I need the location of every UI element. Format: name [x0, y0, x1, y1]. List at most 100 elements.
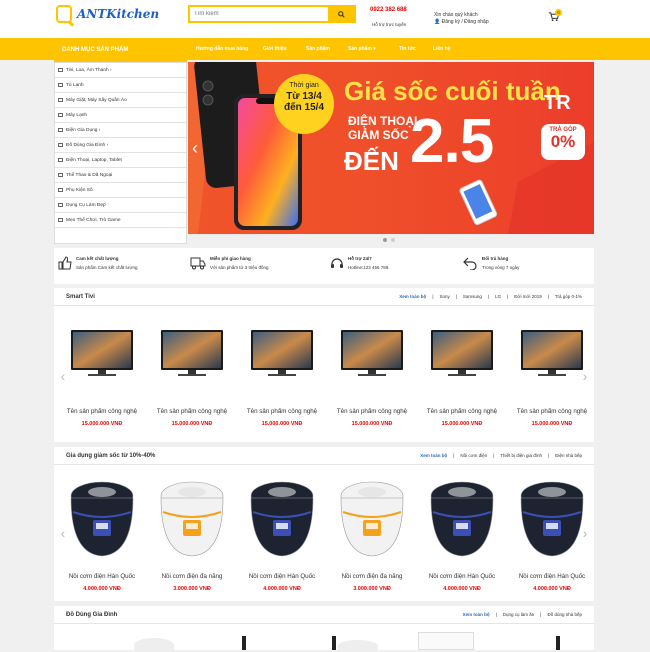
product-thumb[interactable]: [418, 632, 474, 650]
tab-lg[interactable]: LG: [495, 294, 501, 299]
tab-view-all[interactable]: Xem toàn bộ: [399, 294, 426, 299]
category-item[interactable]: Phụ Kiện Số: [55, 183, 186, 198]
product-image[interactable]: [238, 475, 326, 565]
product-name[interactable]: Nồi cơm điện Hàn Quốc: [510, 573, 594, 580]
tab-view-all[interactable]: Xem toàn bộ: [420, 453, 447, 458]
product-row: Nồi cơm điện Hàn Quốc 4.000.000 VNĐ Nồi cơ…: [58, 475, 598, 599]
tab-2019[interactable]: Đời mới 2019: [514, 294, 541, 299]
accessory-icon: [58, 188, 63, 192]
hero-banner[interactable]: Thời gian Từ 13/4 đến 15/4 Giá sốc cuối …: [188, 62, 594, 234]
product-thumb[interactable]: [556, 636, 560, 650]
carousel-prev-arrow[interactable]: ‹: [56, 366, 70, 386]
banner-dot[interactable]: [383, 238, 387, 242]
category-item[interactable]: Điện Thoại, Laptop, Tablet: [55, 153, 186, 168]
product-card[interactable]: Nồi cơm điện Hàn Quốc 4.000.000 VNĐ: [238, 475, 326, 595]
product-name[interactable]: Nồi cơm điện Hàn Quốc: [240, 573, 324, 580]
tab-sony[interactable]: Sony: [439, 294, 449, 299]
carousel-prev-arrow[interactable]: ‹: [56, 523, 70, 543]
product-card[interactable]: Nồi cơm điện đa năng 3.000.000 VNĐ: [148, 475, 236, 595]
banner-dots: [188, 236, 594, 244]
product-image[interactable]: [148, 318, 236, 390]
product-image[interactable]: [508, 475, 596, 565]
banner-prev-arrow[interactable]: ‹: [192, 138, 198, 159]
category-item[interactable]: Thể Thao & Dã Ngoại: [55, 168, 186, 183]
nav-item-products-plain[interactable]: Sản phẩm: [306, 46, 330, 52]
product-name[interactable]: Nồi cơm điện Hàn Quốc: [60, 573, 144, 580]
product-card[interactable]: Tên sản phẩm công nghệ 15.000.000 VNĐ: [328, 318, 416, 438]
user-icon: 👤: [434, 19, 442, 25]
tab-tools[interactable]: Dụng cụ làm ăn: [503, 612, 535, 617]
category-item[interactable]: Đồ Dùng Gia Đình ›: [55, 138, 186, 153]
tab-view-all[interactable]: Xem toàn bộ: [463, 612, 490, 617]
tab-kitchenware[interactable]: Đồ dùng nhà bếp: [547, 612, 582, 617]
category-item[interactable]: Điện Gia Dụng ›: [55, 123, 186, 138]
product-thumb[interactable]: [242, 636, 246, 650]
search-input[interactable]: [190, 7, 328, 21]
product-name[interactable]: Nồi cơm điện Hàn Quốc: [420, 573, 504, 580]
site-logo[interactable]: ANTKitchen: [56, 3, 159, 25]
product-card[interactable]: Tên sản phẩm công nghệ 15.000.000 VNĐ: [148, 318, 236, 438]
product-thumb[interactable]: [338, 640, 378, 652]
product-image[interactable]: [418, 475, 506, 565]
product-price: 15.000.000 VNĐ: [261, 421, 303, 427]
section-tabs: Xem toàn bộ | Nồi cơm điện | Thiết bị điện…: [420, 453, 582, 458]
hotline-number[interactable]: 0922 382 688: [370, 7, 407, 13]
product-image[interactable]: [58, 475, 146, 565]
category-item[interactable]: Dụng Cụ Làm Đẹp: [55, 198, 186, 213]
banner-next-arrow[interactable]: ›: [580, 138, 586, 159]
product-image[interactable]: [238, 318, 326, 390]
tab-samsung[interactable]: Samsung: [463, 294, 482, 299]
nav-item-news[interactable]: Tin tức: [399, 46, 416, 52]
category-item[interactable]: Máy Lạnh: [55, 108, 186, 123]
auth-link[interactable]: 👤 Đăng ký / Đăng nhập: [434, 19, 489, 25]
product-name[interactable]: Tên sản phẩm công nghệ: [60, 408, 144, 415]
banner-headline: Giá sốc cuối tuần: [344, 76, 561, 106]
product-name[interactable]: Tên sản phẩm công nghệ: [510, 408, 594, 415]
product-thumb[interactable]: [332, 636, 336, 650]
category-item[interactable]: Máy Giặt, Máy Sấy Quần Áo: [55, 93, 186, 108]
product-price: 15.000.000 VNĐ: [441, 421, 483, 427]
product-image[interactable]: [418, 318, 506, 390]
nav-item-products[interactable]: Sản phẩm ▾: [348, 46, 376, 52]
product-image[interactable]: [148, 475, 236, 565]
headset-icon: [331, 258, 343, 268]
product-name[interactable]: Tên sản phẩm công nghệ: [420, 408, 504, 415]
tv-icon: [58, 68, 63, 72]
category-item[interactable]: Tủ Lạnh: [55, 78, 186, 93]
category-item[interactable]: Mẹo Thể Chơi, Trò Game: [55, 213, 186, 228]
product-name[interactable]: Tên sản phẩm công nghệ: [150, 408, 234, 415]
nav-item-about[interactable]: Giới thiệu: [263, 46, 287, 52]
product-card[interactable]: Tên sản phẩm công nghệ 15.000.000 VNĐ: [58, 318, 146, 438]
nav-item-contact[interactable]: Liên hệ: [433, 46, 451, 52]
product-name[interactable]: Tên sản phẩm công nghệ: [240, 408, 324, 415]
product-image[interactable]: [328, 318, 416, 390]
product-price: 4.000.000 VNĐ: [263, 586, 301, 592]
tab-kitchen-electric[interactable]: Điện nhà bếp: [555, 453, 582, 458]
product-image[interactable]: [328, 475, 416, 565]
carousel-next-arrow[interactable]: ›: [578, 523, 592, 543]
tab-installment[interactable]: Trả góp 0-1%: [555, 294, 582, 299]
carousel-next-arrow[interactable]: ›: [578, 366, 592, 386]
product-card[interactable]: Tên sản phẩm công nghệ 15.000.000 VNĐ: [238, 318, 326, 438]
category-item[interactable]: Tivi, Loa, Âm Thanh ›: [55, 63, 186, 78]
product-name[interactable]: Tên sản phẩm công nghệ: [330, 408, 414, 415]
tab-rice-cooker[interactable]: Nồi cơm điện: [460, 453, 487, 458]
phone-icon: [58, 158, 63, 162]
tab-home-electric[interactable]: Thiết bị điện gia đình: [500, 453, 542, 458]
product-card[interactable]: Nồi cơm điện Hàn Quốc 4.000.000 VNĐ: [58, 475, 146, 595]
product-name[interactable]: Nồi cơm điện đa năng: [330, 573, 414, 580]
search-button[interactable]: [328, 7, 354, 21]
product-name[interactable]: Nồi cơm điện đa năng: [150, 573, 234, 580]
product-card[interactable]: Nồi cơm điện đa năng 3.000.000 VNĐ: [328, 475, 416, 595]
ac-icon: [58, 113, 63, 117]
product-card[interactable]: Tên sản phẩm công nghệ 15.000.000 VNĐ: [418, 318, 506, 438]
nav-item-guide[interactable]: Hướng dẫn mua hàng: [196, 46, 248, 52]
date-badge: Thời gian Từ 13/4 đến 15/4: [283, 82, 325, 113]
product-card[interactable]: Nồi cơm điện Hàn Quốc 4.000.000 VNĐ: [418, 475, 506, 595]
product-image[interactable]: [58, 318, 146, 390]
category-menu-header[interactable]: DANH MỤC SẢN PHẨM: [54, 38, 187, 62]
banner-unit: TR: [544, 92, 571, 114]
home-icon: [58, 143, 63, 147]
banner-dot[interactable]: [391, 238, 395, 242]
appliance-icon: [58, 128, 63, 132]
